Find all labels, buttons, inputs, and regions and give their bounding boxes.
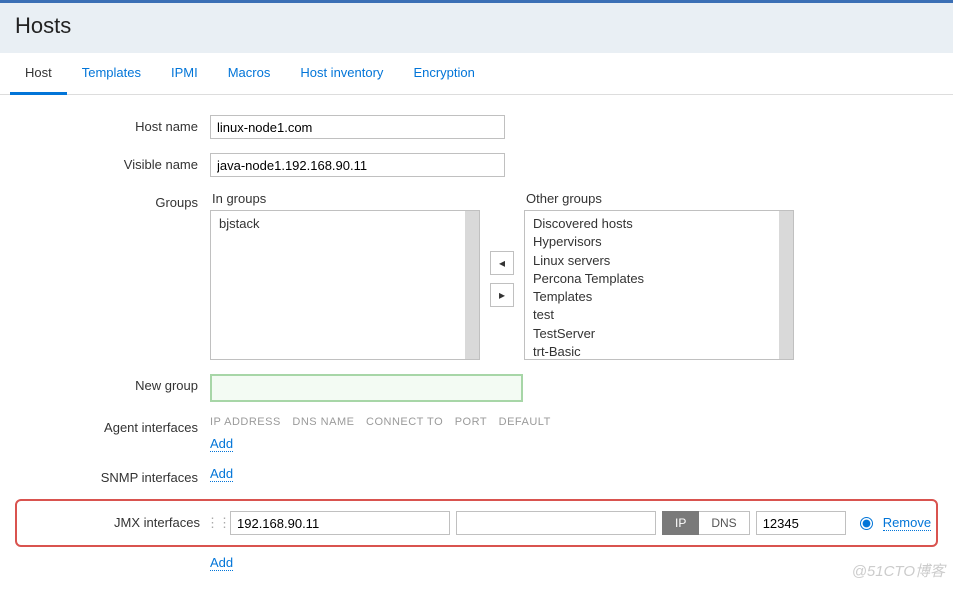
toggle-dns-button[interactable]: DNS: [699, 511, 749, 535]
jmx-default-radio[interactable]: [860, 517, 873, 530]
jmx-add-link[interactable]: Add: [210, 555, 233, 571]
agent-add-link[interactable]: Add: [210, 436, 233, 452]
list-item[interactable]: Templates: [527, 288, 791, 306]
move-right-button[interactable]: ▸: [490, 283, 514, 307]
hostname-input[interactable]: [210, 115, 505, 139]
form-body: Host name Visible name Groups In groups …: [0, 95, 953, 605]
jmx-ip-input[interactable]: [230, 511, 450, 535]
other-groups-header: Other groups: [524, 191, 794, 206]
snmp-interfaces-label: SNMP interfaces: [15, 466, 210, 485]
tab-encryption[interactable]: Encryption: [398, 53, 489, 94]
new-group-input[interactable]: [210, 374, 523, 402]
jmx-dns-input[interactable]: [456, 511, 656, 535]
hostname-label: Host name: [15, 115, 210, 134]
drag-handle-icon[interactable]: ⋮⋮: [212, 513, 224, 533]
tab-templates[interactable]: Templates: [67, 53, 156, 94]
tab-ipmi[interactable]: IPMI: [156, 53, 213, 94]
page-title: Hosts: [15, 13, 938, 39]
in-groups-listbox[interactable]: bjstack: [210, 210, 480, 360]
jmx-highlight-box: JMX interfaces ⋮⋮ IP DNS Remove: [15, 499, 938, 547]
jmx-port-input[interactable]: [756, 511, 846, 535]
list-item[interactable]: Discovered hosts: [527, 215, 791, 233]
groups-label: Groups: [15, 191, 210, 210]
snmp-add-link[interactable]: Add: [210, 466, 233, 482]
tabs-bar: Host Templates IPMI Macros Host inventor…: [0, 53, 953, 95]
connect-to-toggle: IP DNS: [662, 511, 750, 535]
new-group-label: New group: [15, 374, 210, 393]
visiblename-input[interactable]: [210, 153, 505, 177]
list-item[interactable]: Percona Templates: [527, 270, 791, 288]
in-groups-header: In groups: [210, 191, 480, 206]
tab-host-inventory[interactable]: Host inventory: [285, 53, 398, 94]
agent-iface-header: IP ADDRESS DNS NAME CONNECT TO PORT DEFA…: [210, 416, 938, 428]
page-header: Hosts: [0, 0, 953, 53]
tab-macros[interactable]: Macros: [213, 53, 286, 94]
jmx-interfaces-label: JMX interfaces: [17, 511, 212, 530]
jmx-interface-row: ⋮⋮ IP DNS Remove: [212, 511, 936, 535]
toggle-ip-button[interactable]: IP: [662, 511, 699, 535]
list-item[interactable]: Hypervisors: [527, 233, 791, 251]
visiblename-label: Visible name: [15, 153, 210, 172]
other-groups-listbox[interactable]: Discovered hosts Hypervisors Linux serve…: [524, 210, 794, 360]
list-item[interactable]: TestServer: [527, 325, 791, 343]
agent-interfaces-label: Agent interfaces: [15, 416, 210, 435]
list-item[interactable]: bjstack: [213, 215, 477, 233]
list-item[interactable]: test: [527, 306, 791, 324]
tab-host[interactable]: Host: [10, 53, 67, 95]
move-left-button[interactable]: ◂: [490, 251, 514, 275]
list-item[interactable]: trt-Basic: [527, 343, 791, 360]
jmx-remove-link[interactable]: Remove: [883, 515, 931, 531]
list-item[interactable]: Linux servers: [527, 252, 791, 270]
